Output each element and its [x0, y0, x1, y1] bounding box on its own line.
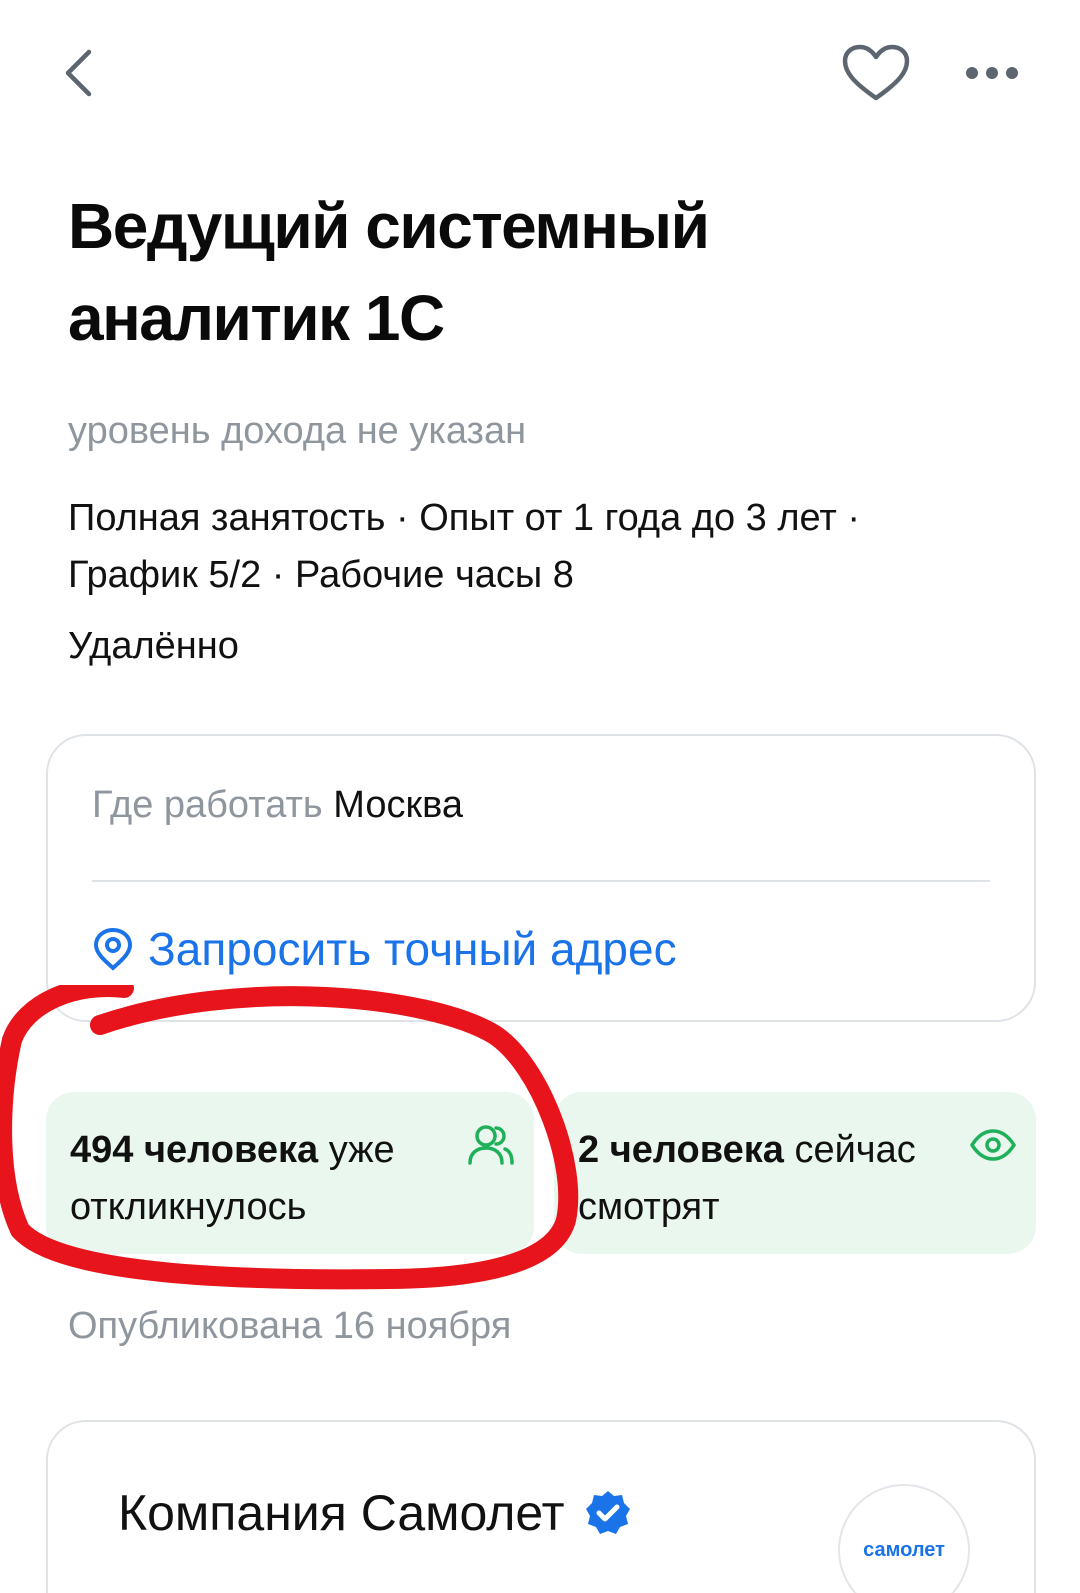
company-rating-row: 4.7 ★ ★ ★ ★ ★ 1789: [118, 1582, 561, 1593]
rating-stars: ★ ★ ★ ★ ★: [204, 1584, 434, 1593]
work-format: Удалённо: [68, 625, 239, 667]
star-icon: ★: [251, 1584, 292, 1593]
request-address-link[interactable]: Запросить точный адрес: [92, 922, 677, 976]
back-button[interactable]: [48, 40, 108, 106]
more-options-button[interactable]: [954, 45, 1030, 101]
chevron-left-icon: [65, 49, 92, 97]
responses-stat-card: 494 человека уже откликнулось: [46, 1092, 534, 1254]
star-icon: ★: [345, 1584, 386, 1593]
request-address-label: Запросить точный адрес: [148, 923, 677, 975]
favorite-button[interactable]: [838, 38, 914, 108]
viewers-stat-text: 2 человека сейчас смотрят: [578, 1122, 968, 1236]
company-card[interactable]: Компания Самолет самолет 4.7 ★ ★ ★ ★ ★ 1…: [46, 1420, 1036, 1593]
location-city: Москва: [333, 784, 464, 826]
viewers-stat-card: 2 человека сейчас смотрят: [554, 1092, 1036, 1254]
verified-badge-icon: [586, 1491, 631, 1534]
people-icon: [466, 1120, 516, 1170]
star-icon: ★: [393, 1584, 434, 1593]
divider: [92, 880, 990, 882]
company-name-row: Компания Самолет: [118, 1484, 632, 1542]
more-horizontal-icon: [966, 67, 1018, 79]
company-reviews-link[interactable]: 1789: [450, 1582, 561, 1593]
viewers-count: 2 человека: [578, 1129, 784, 1171]
location-pin-icon: [93, 927, 133, 971]
vacancy-title: Ведущий системный аналитик 1С: [68, 190, 710, 354]
company-logo-text: самолет: [863, 1538, 945, 1561]
location-line: Где работать Москва: [92, 784, 463, 827]
published-date: Опубликована 16 ноября: [68, 1305, 512, 1347]
location-label: Где работать: [92, 784, 323, 826]
star-icon: ★: [298, 1584, 339, 1593]
location-card: Где работать Москва Запросить точный адр…: [46, 734, 1036, 1022]
employment-conditions: Полная занятость · Опыт от 1 года до 3 л…: [68, 497, 861, 596]
star-icon: ★: [204, 1584, 245, 1593]
company-rating: 4.7: [118, 1582, 188, 1593]
heart-outline-icon: [842, 44, 910, 101]
responses-stat-text: 494 человека уже откликнулось: [70, 1122, 460, 1236]
company-name: Компания Самолет: [118, 1485, 565, 1541]
company-logo: самолет: [838, 1484, 970, 1593]
salary-info: уровень дохода не указан: [68, 410, 527, 452]
top-bar: [0, 0, 1080, 150]
eye-icon: [968, 1120, 1018, 1170]
responses-count: 494 человека: [70, 1129, 319, 1171]
